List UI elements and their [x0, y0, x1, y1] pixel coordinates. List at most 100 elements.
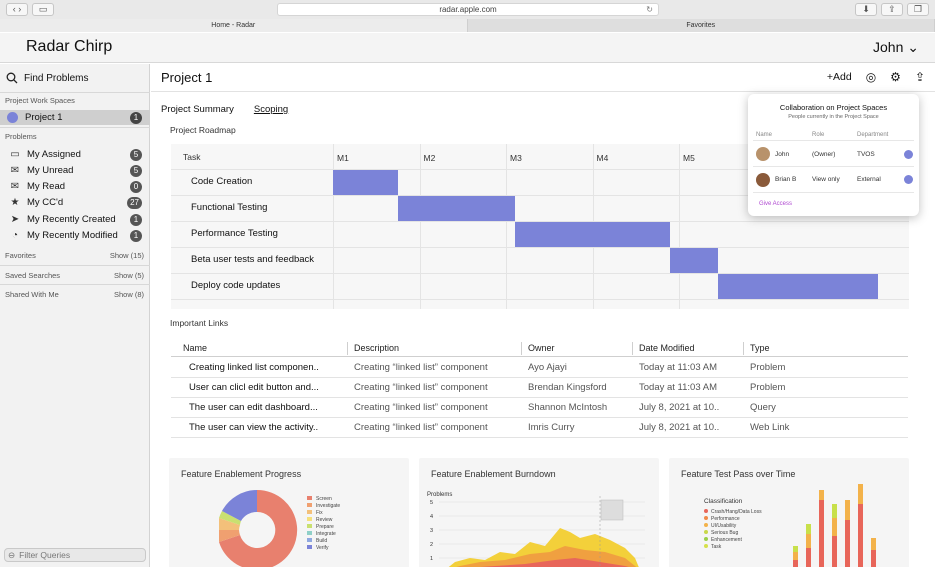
legend-swatch	[307, 531, 312, 535]
sidebar-item-project-1[interactable]: Project 1 1	[0, 110, 150, 125]
favorites-row[interactable]: Favorites Show (15)	[5, 251, 144, 260]
download-icon[interactable]: ⬇	[855, 3, 877, 16]
person-department: TVOS	[857, 151, 875, 158]
sidebar-item-label: My Unread	[27, 165, 74, 176]
give-access-link[interactable]: Give Access	[759, 201, 792, 207]
divider	[0, 284, 150, 285]
table-row[interactable]: The user can view the activity.. Creating…	[171, 418, 908, 438]
tab-scoping[interactable]: Scoping	[254, 104, 288, 115]
table-cell: Creating “linked list” component	[354, 422, 488, 433]
task-name: Code Creation	[191, 176, 253, 187]
share-icon[interactable]: ⇪	[881, 3, 903, 16]
table-cell: Today at 11:03 AM	[639, 362, 717, 373]
task-bar[interactable]	[397, 196, 515, 221]
table-row[interactable]: Creating linked list componen.. Creating …	[171, 358, 908, 378]
table-cell: Creating “linked list” component	[354, 362, 488, 373]
person-name: John	[775, 151, 790, 158]
sidebar-item-label: My CC'd	[27, 197, 64, 208]
count-badge: 1	[130, 213, 142, 226]
reload-icon[interactable]: ↻	[646, 4, 653, 15]
star-icon: ★	[10, 197, 20, 208]
back-forward-icon[interactable]: ‹ ›	[6, 3, 28, 16]
card-feature-test-pass[interactable]: Feature Test Pass over Time Classificati…	[669, 458, 909, 567]
browser-toolbar: ‹ › ▭ radar.apple.com ↻ ⬇ ⇪ ❐ Home - Rad…	[0, 0, 935, 32]
sidebar-item-recently-created[interactable]: ➤ My Recently Created 1	[0, 212, 150, 227]
tab-project-summary[interactable]: Project Summary	[161, 104, 234, 115]
sidebar-item-recently-modified[interactable]: ◔ My Recently Modified 1	[0, 228, 150, 243]
sidebar: Find Problems Project Work Spaces Projec…	[0, 64, 150, 567]
tab-home-radar[interactable]: Home - Radar	[0, 19, 468, 32]
person-role[interactable]: (Owner)	[812, 151, 835, 158]
table-header: Name Description Owner Date Modified Type	[171, 340, 908, 357]
sidebar-item-my-unread[interactable]: ✉ My Unread 5	[0, 163, 150, 178]
table-row[interactable]: User can clicl edit button and... Creatin…	[171, 378, 908, 398]
legend-label: Screen	[316, 496, 332, 502]
column-separator[interactable]	[743, 342, 744, 355]
url-bar[interactable]: radar.apple.com ↻	[277, 3, 659, 16]
share-icon[interactable]: ⇪	[915, 70, 925, 84]
add-button[interactable]: +Add	[827, 71, 852, 83]
shared-show-link[interactable]: Show (8)	[114, 290, 144, 299]
y-tick-label: 4	[430, 514, 433, 520]
person-role[interactable]: View only	[812, 176, 840, 183]
task-bar[interactable]	[670, 248, 718, 273]
column-header[interactable]: Owner	[528, 343, 555, 353]
saved-searches-show-link[interactable]: Show (5)	[114, 271, 144, 280]
table-row[interactable]: The user can edit dashboard... Creating “…	[171, 398, 908, 418]
column-header[interactable]: Description	[354, 343, 399, 353]
count-badge: 1	[130, 111, 142, 124]
favorites-show-link[interactable]: Show (15)	[110, 251, 144, 260]
task-bar[interactable]	[717, 274, 878, 299]
card-title: Feature Enablement Burndown	[431, 469, 556, 479]
collaborators-icon[interactable]: ◎	[866, 70, 876, 84]
project-color-icon	[7, 112, 18, 123]
donut-chart: ScreenInvestigateFixReviewPrepareIntegra…	[219, 489, 340, 567]
card-feature-enablement-burndown[interactable]: Feature Enablement Burndown Problems 5 4 3…	[419, 458, 659, 567]
legend-label: Performance	[711, 516, 740, 522]
sidebar-toggle-icon[interactable]: ▭	[32, 3, 54, 16]
table-cell: July 8, 2021 at 10..	[639, 402, 720, 413]
saved-searches-row[interactable]: Saved Searches Show (5)	[5, 271, 144, 280]
month-header: M2	[423, 153, 436, 163]
roadmap-row[interactable]: Deploy code updates	[171, 274, 909, 300]
person-name: Brian B	[775, 176, 797, 183]
legend-dot	[704, 537, 708, 541]
column-header[interactable]: Type	[750, 343, 770, 353]
shared-with-me-row[interactable]: Shared With Me Show (8)	[5, 290, 144, 299]
divider	[753, 192, 914, 193]
legend-label: Enhancement	[711, 537, 742, 543]
person-department: External	[857, 176, 881, 183]
user-name: John	[873, 39, 904, 55]
column-separator[interactable]	[347, 342, 348, 355]
app-header: Radar Chirp John ⌄	[0, 33, 935, 63]
send-icon: ➤	[10, 214, 20, 225]
sidebar-item-my-ccd[interactable]: ★ My CC'd 27	[0, 195, 150, 210]
filter-queries-field[interactable]: ⊖ Filter Queries	[4, 548, 146, 562]
sidebar-item-my-read[interactable]: ✉ My Read 0	[0, 179, 150, 194]
table-cell: Brendan Kingsford	[528, 382, 607, 393]
roadmap-row[interactable]: Performance Testing	[171, 222, 909, 248]
task-bar[interactable]	[514, 222, 671, 247]
column-separator[interactable]	[632, 342, 633, 355]
classification-heading: Classification	[704, 498, 743, 505]
column-separator[interactable]	[521, 342, 522, 355]
table-cell: The user can view the activity..	[189, 422, 319, 433]
sidebar-item-my-assigned[interactable]: ▭ My Assigned 5	[0, 147, 150, 162]
user-menu[interactable]: John ⌄	[873, 39, 919, 56]
legend-label: Review	[316, 517, 333, 523]
tabs-overview-icon[interactable]: ❐	[907, 3, 929, 16]
column-header[interactable]: Name	[183, 343, 207, 353]
add-label: Add	[833, 71, 852, 83]
find-problems-button[interactable]: Find Problems	[6, 70, 88, 86]
roadmap-row[interactable]: Beta user tests and feedback	[171, 248, 909, 274]
url-text: radar.apple.com	[439, 5, 497, 14]
task-bar[interactable]	[333, 170, 398, 195]
table-cell: User can clicl edit button and...	[189, 382, 319, 393]
test-pass-bar	[858, 484, 863, 504]
card-feature-enablement-progress[interactable]: Feature Enablement Progress Screen Invest…	[169, 458, 409, 567]
tab-favorites[interactable]: Favorites	[467, 19, 935, 32]
avatar	[756, 147, 770, 161]
column-header[interactable]: Date Modified	[639, 343, 695, 353]
gear-icon[interactable]: ⚙	[890, 70, 901, 84]
popover-title: Collaboration on Project Spaces	[779, 103, 888, 112]
